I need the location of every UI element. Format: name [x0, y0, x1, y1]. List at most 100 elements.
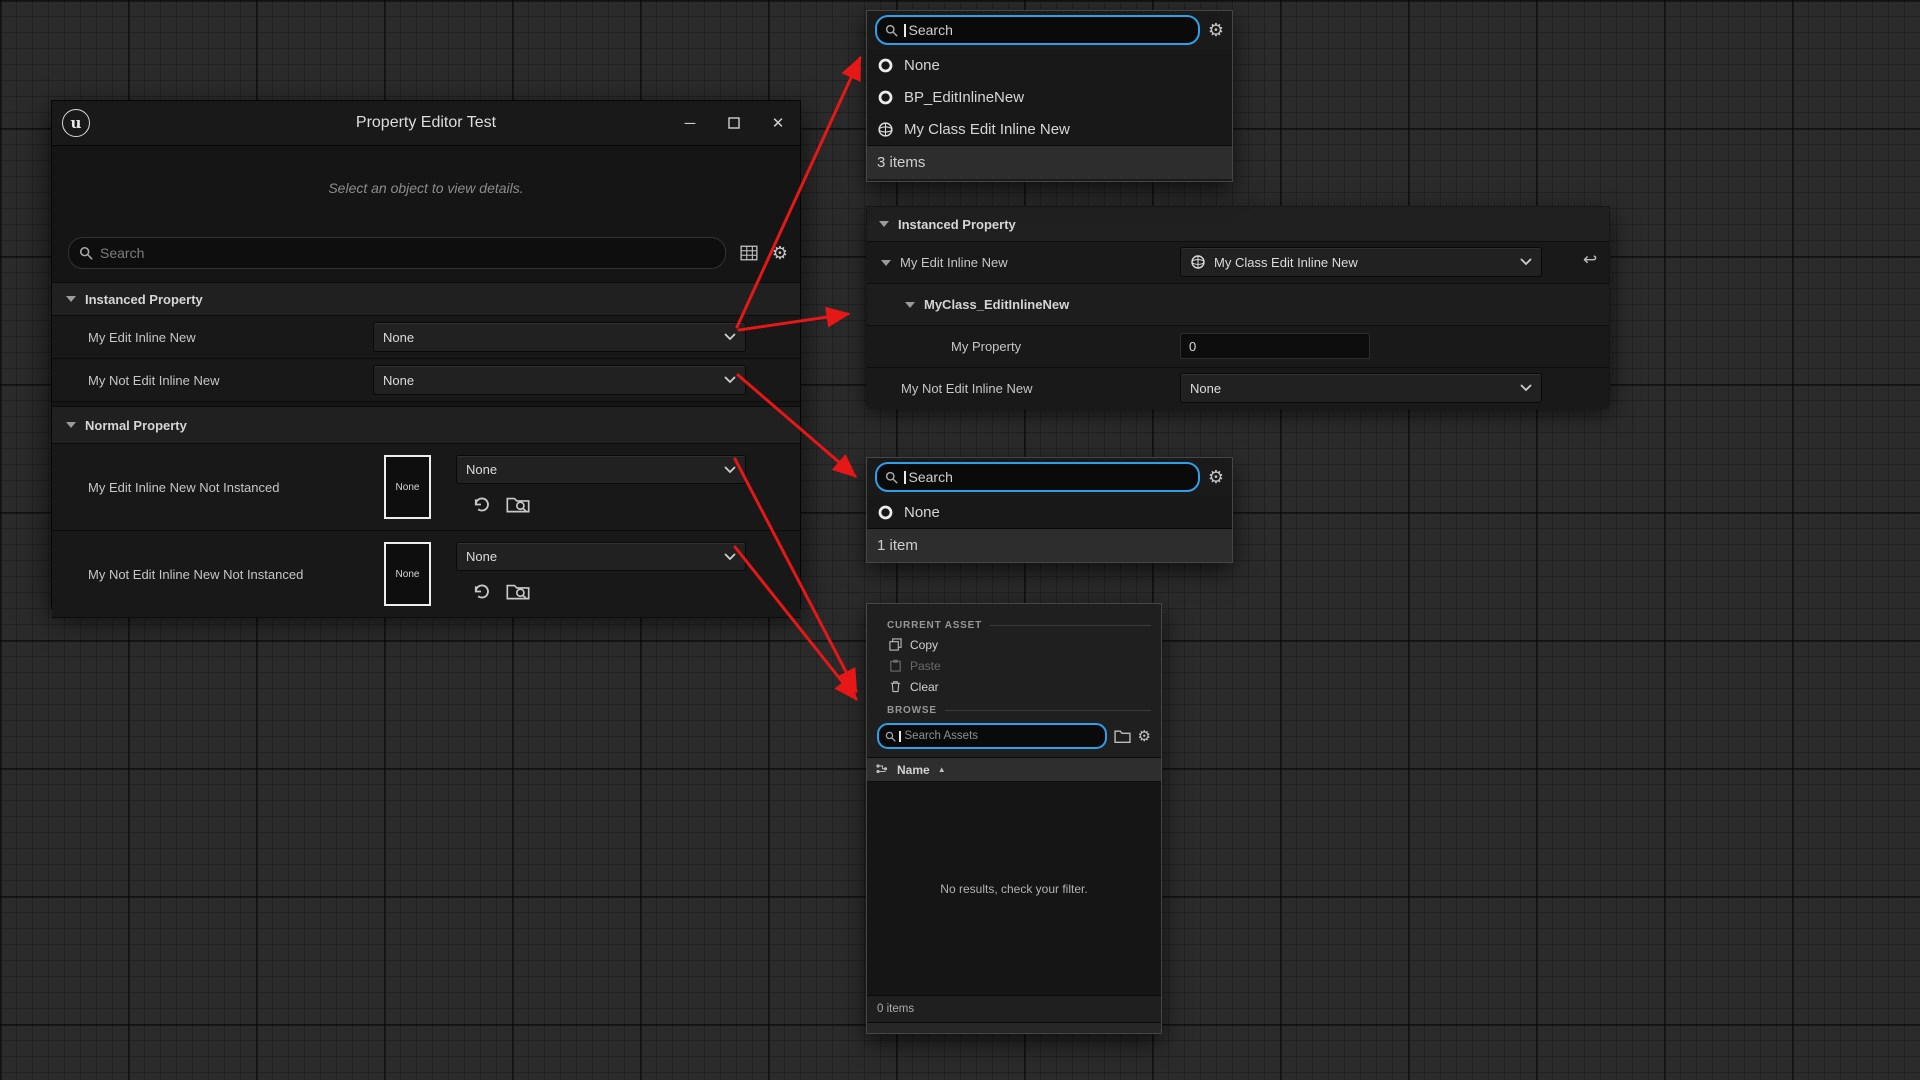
- copy-icon: [889, 638, 902, 651]
- list-view-icon[interactable]: [875, 763, 889, 777]
- background-grid: u Property Editor Test ─ ✕ Select an obj…: [0, 0, 1920, 1080]
- expander-triangle-icon: [881, 260, 891, 266]
- menu-item-label: Paste: [910, 659, 941, 673]
- class-picker-search-input[interactable]: Search: [875, 15, 1200, 45]
- browse-to-asset-icon[interactable]: [506, 495, 530, 514]
- my-property-value-input[interactable]: 0: [1180, 333, 1370, 359]
- category-label: Instanced Property: [898, 217, 1016, 232]
- thumbnail-label: None: [396, 569, 420, 580]
- none-picker-popup: Search ⚙ None 1 item: [866, 457, 1233, 563]
- class-picker-item-bp-editinlinenew[interactable]: BP_EditInlineNew: [867, 81, 1232, 113]
- menu-item-label: Copy: [910, 638, 938, 652]
- use-selected-asset-icon[interactable]: [470, 581, 491, 602]
- expander-triangle-icon: [879, 221, 889, 227]
- minimize-button[interactable]: ─: [668, 101, 712, 145]
- class-sphere-icon: [1190, 254, 1206, 270]
- asset-combo-edit-inline-not-instanced[interactable]: None: [456, 455, 746, 484]
- search-placeholder: Search Assets: [905, 730, 979, 742]
- class-combo-my-not-edit-inline-new[interactable]: None: [373, 365, 746, 395]
- none-picker-item-none[interactable]: None: [867, 496, 1232, 528]
- reset-to-default-icon[interactable]: ↩: [1583, 250, 1597, 270]
- asset-combo-not-edit-inline-not-instanced[interactable]: None: [456, 542, 746, 571]
- item-label: My Class Edit Inline New: [904, 121, 1070, 138]
- none-radio-icon: [877, 504, 894, 521]
- view-settings-gear-icon[interactable]: ⚙: [772, 244, 788, 262]
- details-row-my-not-edit-inline-new: My Not Edit Inline New None: [867, 368, 1609, 409]
- property-label: My Edit Inline New: [88, 316, 196, 358]
- category-label: Instanced Property: [85, 292, 203, 307]
- expander-triangle-icon: [66, 422, 76, 428]
- name-column-header[interactable]: Name: [897, 763, 930, 777]
- title-bar[interactable]: u Property Editor Test ─ ✕: [52, 101, 800, 146]
- class-combo-none[interactable]: None: [1180, 373, 1542, 403]
- chevron-down-icon: [1520, 258, 1532, 266]
- category-instanced-property[interactable]: Instanced Property: [52, 282, 800, 316]
- class-picker-settings-gear-icon[interactable]: ⚙: [1208, 21, 1224, 39]
- combo-value: None: [383, 373, 414, 388]
- section-label-text: CURRENT ASSET: [887, 620, 982, 631]
- property-label: My Edit Inline New: [900, 255, 1008, 270]
- paste-icon: [889, 659, 902, 672]
- trash-icon: [889, 680, 902, 693]
- combo-value: None: [1190, 381, 1221, 396]
- empty-results-text: No results, check your filter.: [940, 882, 1087, 896]
- section-label-text: BROWSE: [887, 705, 937, 716]
- class-combo-my-edit-inline-new[interactable]: None: [373, 322, 746, 352]
- expander-triangle-icon: [905, 302, 915, 308]
- class-combo-selected[interactable]: My Class Edit Inline New: [1180, 247, 1542, 277]
- details-hint: Select an object to view details.: [52, 146, 800, 230]
- details-subobject-header[interactable]: MyClass_EditInlineNew: [867, 284, 1609, 326]
- property-row-tall: My Not Edit Inline New Not Instanced Non…: [52, 531, 800, 618]
- category-label: Normal Property: [85, 418, 187, 433]
- footer-count: 3 items: [877, 154, 925, 171]
- property-editor-window: u Property Editor Test ─ ✕ Select an obj…: [51, 100, 801, 609]
- chevron-down-icon: [724, 466, 736, 474]
- subobject-label: MyClass_EditInlineNew: [924, 297, 1069, 312]
- search-icon: [885, 24, 898, 37]
- asset-thumbnail[interactable]: None: [384, 542, 431, 606]
- class-picker-footer: 3 items: [867, 145, 1232, 179]
- folder-icon[interactable]: [1114, 729, 1131, 743]
- current-asset-section-label: CURRENT ASSET: [867, 616, 1161, 634]
- search-icon: [79, 246, 93, 260]
- details-category-header[interactable]: Instanced Property: [867, 207, 1609, 242]
- use-selected-asset-icon[interactable]: [470, 494, 491, 515]
- class-sphere-icon: [877, 121, 894, 138]
- property-label: My Not Edit Inline New Not Instanced: [88, 531, 303, 617]
- class-picker-item-my-class[interactable]: My Class Edit Inline New: [867, 113, 1232, 145]
- combo-value: My Class Edit Inline New: [1214, 255, 1358, 270]
- property-row: My Not Edit Inline New None: [52, 359, 800, 402]
- property-label: My Edit Inline New Not Instanced: [88, 444, 279, 530]
- search-icon: [885, 731, 896, 742]
- search-placeholder: Search: [909, 22, 953, 38]
- search-placeholder: Search: [909, 469, 953, 485]
- resize-grip[interactable]: [867, 1022, 1161, 1033]
- close-button[interactable]: ✕: [756, 101, 800, 145]
- category-normal-property[interactable]: Normal Property: [52, 406, 800, 444]
- details-view-icon[interactable]: [740, 244, 758, 262]
- none-picker-settings-gear-icon[interactable]: ⚙: [1208, 468, 1224, 486]
- chevron-down-icon: [724, 553, 736, 561]
- footer-count: 0 items: [877, 1003, 914, 1015]
- none-radio-icon: [877, 57, 894, 74]
- item-label: None: [904, 504, 940, 521]
- property-row-tall: My Edit Inline New Not Instanced None No…: [52, 444, 800, 531]
- copy-menu-item[interactable]: Copy: [867, 634, 1161, 655]
- browse-to-asset-icon[interactable]: [506, 582, 530, 601]
- asset-view-settings-gear-icon[interactable]: ⚙: [1138, 729, 1151, 744]
- class-picker-item-none[interactable]: None: [867, 49, 1232, 81]
- search-input[interactable]: Search: [68, 237, 726, 269]
- text-caret: [904, 471, 906, 484]
- maximize-button[interactable]: [712, 101, 756, 145]
- paste-menu-item[interactable]: Paste: [867, 655, 1161, 676]
- none-picker-search-input[interactable]: Search: [875, 462, 1200, 492]
- asset-search-input[interactable]: Search Assets: [877, 723, 1107, 749]
- text-caret: [904, 24, 906, 37]
- expander-triangle-icon: [66, 296, 76, 302]
- clear-menu-item[interactable]: Clear: [867, 676, 1161, 697]
- asset-thumbnail[interactable]: None: [384, 455, 431, 519]
- browse-section-label: BROWSE: [867, 701, 1161, 719]
- sort-ascending-icon[interactable]: ▲: [938, 765, 946, 774]
- maximize-icon: [728, 117, 740, 129]
- details-row-my-property: My Property 0: [867, 326, 1609, 368]
